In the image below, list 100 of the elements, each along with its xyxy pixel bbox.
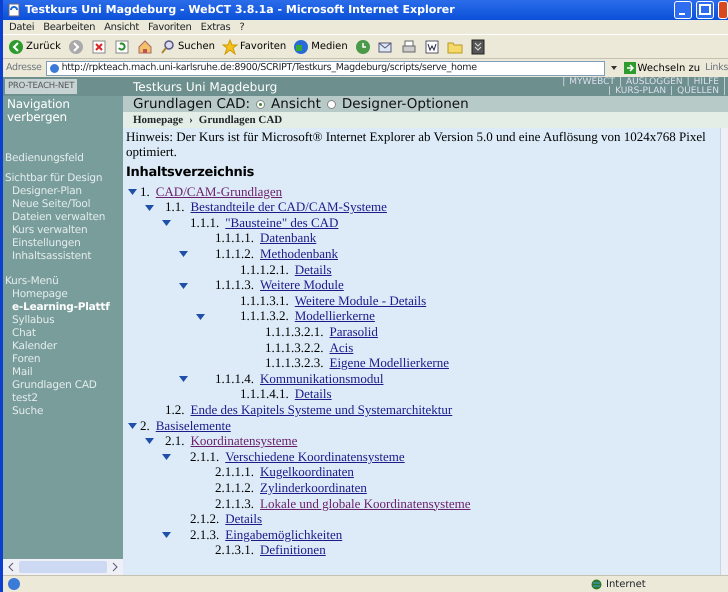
toc-link[interactable]: Acis (330, 340, 354, 356)
section-number: 2.1.1.2. (215, 480, 254, 496)
globe-icon (293, 38, 310, 54)
course-title: Testkurs Uni Magdeburg (133, 78, 278, 96)
expand-triangle-icon[interactable] (162, 220, 171, 226)
notice-text: Hinweis: Der Kurs ist für Microsoft® Internet Explorer ab Version 5.0 und eine Auflösung von 1024x768 Pixel optimiert. (126, 130, 707, 160)
minimize-button[interactable] (674, 1, 692, 19)
arrow-icon (624, 62, 636, 74)
section-number: 2.1.1. (190, 450, 220, 464)
toc-heading: Inhaltsverzeichnis (126, 165, 256, 180)
sidebar-heading: Sichtbar für Design (4, 172, 104, 185)
refresh-icon[interactable] (114, 38, 130, 54)
separator-text: | (608, 86, 612, 96)
star-icon (222, 38, 238, 54)
close-button[interactable] (718, 1, 728, 19)
section-number: 2.1.3.1. (215, 543, 254, 558)
go-button[interactable]: Wechseln zu (622, 60, 702, 76)
section-number: 1.1.1.3.2. (240, 309, 289, 324)
toc-link[interactable]: "Bausteine" des CAD (225, 216, 338, 230)
logo-label: PRO-TEACH-NET (5, 79, 78, 94)
expand-triangle-icon[interactable] (196, 314, 205, 320)
vertical-scrollbar[interactable] (720, 128, 728, 575)
back-icon (8, 38, 24, 54)
maximize-icon (697, 2, 713, 18)
view-label: Grundlagen CAD: (133, 94, 250, 114)
sidebar-heading: Bedienungsfeld (4, 152, 85, 165)
section-number: 2.1. (165, 434, 184, 449)
stop-icon[interactable] (90, 38, 107, 54)
radio-button[interactable] (326, 100, 336, 108)
expand-triangle-icon[interactable] (179, 376, 188, 382)
back-button[interactable]: Zurück (7, 38, 62, 54)
breadcrumb-link[interactable]: Grundlagen CAD (198, 114, 282, 126)
toc-link[interactable]: Ende des Kapitels Systeme und Systemarchitektur (190, 403, 452, 418)
zone-label: Internet (606, 578, 647, 592)
section-number: 1.1.1.3.2.1. (265, 325, 324, 340)
toolbar-icon[interactable] (470, 38, 486, 54)
expand-triangle-icon[interactable] (128, 422, 137, 429)
toc-link[interactable]: Modellierkerne (294, 309, 375, 324)
section-number: 2.1.3. (190, 528, 220, 542)
radio-label[interactable]: Designer-Optionen (342, 94, 469, 114)
toc-link[interactable]: Koordinatensysteme (190, 434, 298, 449)
toc-link[interactable]: Details (225, 512, 262, 527)
toc-link[interactable]: Definitionen (260, 543, 326, 558)
toc-link[interactable]: Basiselemente (156, 418, 231, 434)
links-label[interactable]: Links (705, 60, 728, 76)
separator-text: | (722, 86, 726, 96)
favorites-button[interactable]: Favoriten (220, 38, 288, 54)
menu-item[interactable]: Favoriten (148, 20, 192, 34)
menu-item[interactable]: Extras (200, 20, 230, 34)
expand-triangle-icon[interactable] (162, 454, 171, 460)
horizontal-scrollbar[interactable] (3, 559, 123, 575)
toc-link[interactable]: Zylinderkoordinaten (260, 480, 367, 496)
globe-icon (591, 578, 602, 590)
expand-triangle-icon[interactable] (179, 251, 188, 258)
clock-icon[interactable] (354, 38, 371, 54)
menu-item[interactable]: Datei (9, 20, 34, 34)
printer-icon[interactable] (400, 38, 417, 54)
sidebar-heading: Kurs-Menü (4, 275, 60, 288)
section-number: 1.1.1.3.1. (240, 294, 289, 308)
expand-triangle-icon[interactable] (128, 188, 137, 195)
toc-link[interactable]: Eigene Modellierkerne (330, 356, 449, 371)
document-icon[interactable] (424, 38, 440, 54)
expand-triangle-icon[interactable] (179, 282, 188, 289)
menu-item[interactable]: Ansicht (104, 20, 139, 34)
toc-link[interactable]: Kommunikationsmodul (260, 372, 384, 386)
media-button[interactable]: Medien (292, 38, 349, 54)
toc-link[interactable]: Details (294, 262, 332, 278)
window-title: Testkurs Uni Magdeburg - WebCT 3.8.1a - Microsoft Internet Explorer (25, 2, 456, 18)
toc-link[interactable]: Weitere Module - Details (294, 294, 426, 308)
section-number: 1.1.1.1. (215, 231, 254, 246)
separator-text: | (670, 86, 674, 96)
expand-triangle-icon[interactable] (162, 532, 171, 538)
toc-link[interactable]: Bestandteile der CAD/CAM-Systeme (190, 200, 387, 215)
toc-link[interactable]: CAD/CAM-Grundlagen (156, 184, 282, 200)
menu-item[interactable]: Bearbeiten (43, 20, 96, 34)
breadcrumb-link[interactable]: Homepage (133, 114, 184, 126)
section-number: 2.1.2. (190, 512, 220, 527)
section-number: 2.1.1.3. (215, 496, 254, 512)
menu-item[interactable]: ? (239, 20, 244, 34)
search-button[interactable]: Suchen (158, 38, 216, 54)
toc-link[interactable]: Details (294, 387, 332, 402)
expand-triangle-icon[interactable] (145, 438, 154, 444)
maximize-button[interactable] (696, 1, 714, 19)
address-field[interactable]: http://rpkteach.mach.uni-karlsruhe.de:8900/SCRIPT/Testkurs_Magdeburg/scripts/serve_home (46, 60, 605, 76)
toc-link[interactable]: Parasolid (330, 325, 378, 340)
toc-link[interactable]: Eingabemöglichkeiten (225, 528, 342, 542)
toc-link[interactable]: Kugelkoordinaten (260, 465, 354, 480)
toc-link[interactable]: Datenbank (260, 231, 316, 246)
home-icon[interactable] (136, 38, 153, 54)
radio-button[interactable] (256, 100, 266, 108)
toc-link[interactable]: Methodenbank (260, 247, 338, 262)
radio-label[interactable]: Ansicht (271, 94, 321, 114)
toc-link[interactable]: Lokale und globale Koordinatensysteme (260, 496, 470, 512)
separator-text: | (562, 78, 566, 86)
address-label: Adresse (6, 60, 42, 75)
toc-link[interactable]: Weitere Module (260, 278, 344, 293)
section-number: 1.2. (165, 403, 184, 418)
toc-link[interactable]: Verschiedene Koordinatensysteme (225, 450, 405, 464)
expand-triangle-icon[interactable] (145, 204, 154, 211)
section-number: 1.1.1.3.2.3. (265, 356, 324, 371)
